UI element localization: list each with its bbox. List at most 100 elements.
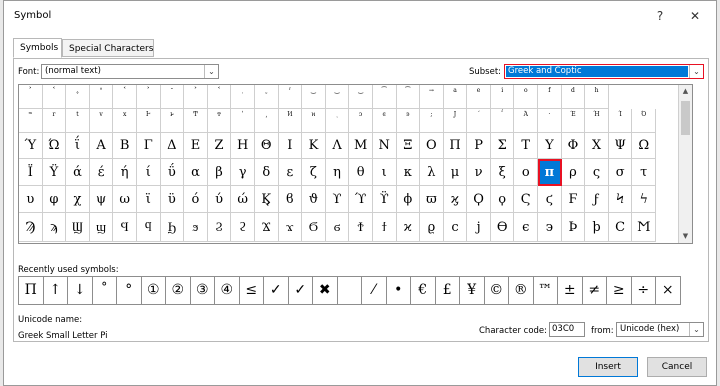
chevron-down-icon[interactable]: ⌄ <box>204 65 218 78</box>
symbol-cell[interactable]: ˟ <box>89 85 114 109</box>
symbol-cell[interactable]: Ϯ <box>349 213 373 242</box>
symbol-cell[interactable]: ϑ <box>302 186 326 213</box>
symbol-cell[interactable]: Ε <box>184 133 208 159</box>
symbol-cell[interactable]: β <box>207 159 232 186</box>
symbol-cell[interactable]: ϕ <box>396 186 421 213</box>
symbol-cell[interactable]: Φ <box>561 133 586 159</box>
symbol-cell[interactable]: r <box>42 109 67 133</box>
symbol-cell[interactable]: Ϝ <box>561 186 586 213</box>
recent-symbol[interactable]: ˚ <box>93 277 117 304</box>
symbol-cell[interactable]: γ <box>231 159 255 186</box>
symbol-cell[interactable]: ͵ <box>254 109 279 133</box>
symbol-cell[interactable]: ϡ <box>42 213 67 242</box>
symbol-cell[interactable]: Ω <box>632 133 657 159</box>
symbol-cell[interactable]: ϗ <box>443 186 468 213</box>
recent-symbol[interactable]: ≤ <box>240 277 264 304</box>
recent-symbol[interactable]: • <box>387 277 411 304</box>
symbol-cell[interactable]: ό <box>184 186 208 213</box>
symbol-cell[interactable]: Ϊ <box>19 159 43 186</box>
symbol-cell[interactable]: Ξ <box>396 133 421 159</box>
help-button[interactable]: ? <box>650 7 670 25</box>
symbol-cell[interactable]: ‿ <box>302 85 326 109</box>
symbol-cell[interactable]: ί <box>136 159 161 186</box>
symbol-cell[interactable]: τ <box>632 159 657 186</box>
symbol-cell[interactable]: δ <box>254 159 279 186</box>
symbol-cell[interactable]: ͷ <box>302 109 326 133</box>
symbol-cell[interactable]: ͽ <box>396 109 421 133</box>
symbol-cell[interactable]: Ϲ <box>608 213 633 242</box>
symbol-cell[interactable]: d <box>561 85 586 109</box>
symbol-cell[interactable]: σ <box>608 159 633 186</box>
symbol-cell[interactable]: ͼ <box>372 109 397 133</box>
symbol-cell[interactable]: a <box>443 85 468 109</box>
symbol-cell[interactable]: ϳ <box>467 213 491 242</box>
symbol-cell[interactable]: ΅ <box>490 109 515 133</box>
symbol-cell[interactable]: ϛ <box>538 186 562 213</box>
symbol-cell[interactable]: Ι <box>278 133 303 159</box>
recent-symbol[interactable]: £ <box>436 277 460 304</box>
symbol-cell[interactable]: Ά <box>514 109 539 133</box>
symbol-cell[interactable]: Ϋ <box>42 159 67 186</box>
symbol-cell[interactable]: ϋ <box>160 186 185 213</box>
symbol-cell[interactable]: Ϗ <box>254 186 279 213</box>
recent-symbol[interactable]: × <box>656 277 681 304</box>
symbol-cell[interactable]: ή <box>113 159 137 186</box>
symbol-cell[interactable]: ϟ <box>632 186 657 213</box>
scroll-down-icon[interactable]: ▼ <box>679 230 692 243</box>
recent-symbol[interactable]: Π <box>19 277 44 304</box>
symbol-cell[interactable]: ά <box>66 159 90 186</box>
symbol-cell[interactable]: Β <box>113 133 137 159</box>
character-code-input[interactable]: 03C0 <box>549 322 585 337</box>
symbol-cell[interactable]: e <box>467 85 491 109</box>
symbol-cell[interactable]: Ϟ <box>608 186 633 213</box>
close-button[interactable]: ✕ <box>685 7 705 25</box>
symbol-cell[interactable]: ϱ <box>420 213 444 242</box>
symbol-cell[interactable]: ϴ <box>490 213 515 242</box>
symbol-cell[interactable]: t <box>66 109 90 133</box>
symbol-cell[interactable]: ‿ <box>325 85 350 109</box>
symbol-cell[interactable]: ϸ <box>585 213 609 242</box>
symbol-cell[interactable]: ˲ <box>231 85 255 109</box>
recent-symbol[interactable]: ÷ <box>632 277 656 304</box>
symbol-cell[interactable]: Ͷ <box>278 109 303 133</box>
symbol-cell[interactable]: Ν <box>372 133 397 159</box>
recent-symbol[interactable] <box>338 277 362 304</box>
symbol-cell[interactable]: Δ <box>160 133 185 159</box>
symbol-cell[interactable]: Ρ <box>467 133 491 159</box>
recent-symbol[interactable]: ↓ <box>68 277 93 304</box>
cancel-button[interactable]: Cancel <box>647 357 707 377</box>
symbol-cell[interactable]: ϓ <box>349 186 373 213</box>
symbol-cell[interactable]: ͻ <box>349 109 373 133</box>
symbol-cell[interactable]: Ϩ <box>207 213 232 242</box>
symbol-cell[interactable]: α <box>184 159 208 186</box>
symbol-cell[interactable]: Ϙ <box>467 186 491 213</box>
symbol-cell[interactable]: ˷ <box>254 85 279 109</box>
symbol-cell[interactable]: ΄ <box>467 109 491 133</box>
symbol-cell[interactable]: ϲ <box>443 213 468 242</box>
recent-symbol[interactable]: ≥ <box>607 277 632 304</box>
symbol-cell[interactable]: κ <box>396 159 421 186</box>
symbol-cell[interactable]: ˀ <box>278 85 303 109</box>
symbol-cell[interactable]: Ϫ <box>254 213 279 242</box>
symbol-cell[interactable]: ˃ <box>19 85 43 109</box>
recent-symbol[interactable]: ° <box>117 277 142 304</box>
scroll-thumb[interactable] <box>681 101 690 135</box>
symbol-cell[interactable]: Α <box>89 133 114 159</box>
symbol-cell[interactable]: ϩ <box>231 213 255 242</box>
symbol-cell[interactable]: o <box>514 85 539 109</box>
symbol-cell[interactable]: ϥ <box>136 213 161 242</box>
symbol-cell[interactable]: μ <box>443 159 468 186</box>
font-select[interactable]: (normal text) ⌄ <box>41 64 219 79</box>
symbol-cell[interactable]: Ϛ <box>514 186 539 213</box>
recent-symbol[interactable]: ① <box>142 277 166 304</box>
symbol-cell[interactable]: ⱶ <box>160 109 185 133</box>
symbol-cell[interactable]: Ͳ <box>184 109 208 133</box>
symbol-cell[interactable]: Κ <box>302 133 326 159</box>
symbol-cell[interactable]: ι <box>372 159 397 186</box>
symbol-cell[interactable]: ϊ <box>136 186 161 213</box>
symbol-cell[interactable]: ϶ <box>538 213 562 242</box>
symbol-cell[interactable]: x <box>113 109 137 133</box>
recent-symbol[interactable]: ✓ <box>264 277 289 304</box>
symbol-cell[interactable]: Ϳ <box>443 109 468 133</box>
symbol-cell[interactable]: Η <box>231 133 255 159</box>
